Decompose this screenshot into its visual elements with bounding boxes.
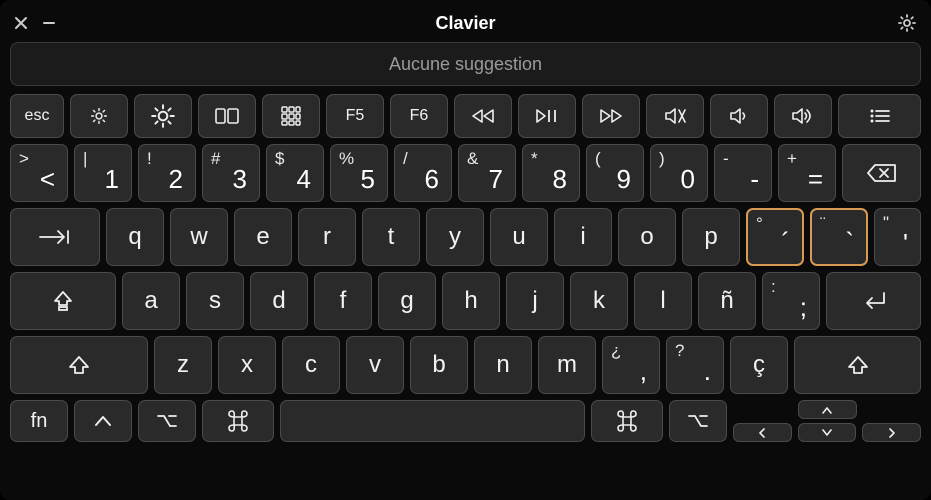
f6-key[interactable]: F6 [390, 94, 448, 138]
g-key[interactable]: g [378, 272, 436, 330]
volume-down-key[interactable] [710, 94, 768, 138]
p-key[interactable]: p [682, 208, 740, 266]
arrow-cluster [733, 400, 921, 442]
h-key[interactable]: h [442, 272, 500, 330]
right-shift-key[interactable] [794, 336, 921, 394]
return-key[interactable] [826, 272, 921, 330]
y-key[interactable]: y [426, 208, 484, 266]
mute-key[interactable] [646, 94, 704, 138]
w-key[interactable]: w [170, 208, 228, 266]
k-key[interactable]: k [570, 272, 628, 330]
control-key[interactable] [74, 400, 132, 442]
quote-key[interactable]: "' [874, 208, 921, 266]
c-key[interactable]: c [282, 336, 340, 394]
left-option-key[interactable] [138, 400, 196, 442]
q-key[interactable]: q [106, 208, 164, 266]
arrow-up-key[interactable] [798, 400, 857, 419]
one-key[interactable]: |1 [74, 144, 132, 202]
qwerty-row: q w e r t y u i o p °´ ¨` "' [10, 208, 921, 266]
a-key[interactable]: a [122, 272, 180, 330]
o-key[interactable]: o [618, 208, 676, 266]
s-key[interactable]: s [186, 272, 244, 330]
zero-key[interactable]: )0 [650, 144, 708, 202]
t-key[interactable]: t [362, 208, 420, 266]
three-key[interactable]: #3 [202, 144, 260, 202]
brightness-down-key[interactable] [70, 94, 128, 138]
number-row: >< |1 !2 #3 $4 %5 /6 &7 *8 (9 )0 -- += [10, 144, 921, 202]
two-key[interactable]: !2 [138, 144, 196, 202]
z-key[interactable]: z [154, 336, 212, 394]
f-key[interactable]: f [314, 272, 372, 330]
caps-lock-key[interactable] [10, 272, 116, 330]
home-row: a s d f g h j k l ñ :; [10, 272, 921, 330]
modifier-row: fn [10, 400, 921, 442]
j-key[interactable]: j [506, 272, 564, 330]
window-title: Clavier [435, 13, 495, 34]
tab-key[interactable] [10, 208, 100, 266]
function-row: esc F5 F6 [10, 94, 921, 138]
suggestion-bar[interactable]: Aucune suggestion [10, 42, 921, 86]
list-key[interactable] [838, 94, 921, 138]
five-key[interactable]: %5 [330, 144, 388, 202]
brightness-up-key[interactable] [134, 94, 192, 138]
rewind-key[interactable] [454, 94, 512, 138]
l-key[interactable]: l [634, 272, 692, 330]
dead-grave-key[interactable]: ¨` [810, 208, 868, 266]
left-shift-key[interactable] [10, 336, 148, 394]
suggestion-text: Aucune suggestion [389, 54, 542, 75]
equals-key[interactable]: += [778, 144, 836, 202]
titlebar: Clavier [10, 6, 921, 40]
r-key[interactable]: r [298, 208, 356, 266]
comma-key[interactable]: ¿, [602, 336, 660, 394]
period-key[interactable]: ?. [666, 336, 724, 394]
x-key[interactable]: x [218, 336, 276, 394]
b-key[interactable]: b [410, 336, 468, 394]
launchpad-key[interactable] [262, 94, 320, 138]
f5-key[interactable]: F5 [326, 94, 384, 138]
fn-key[interactable]: fn [10, 400, 68, 442]
backspace-key[interactable] [842, 144, 921, 202]
play-pause-key[interactable] [518, 94, 576, 138]
i-key[interactable]: i [554, 208, 612, 266]
cedilla-key[interactable]: ç [730, 336, 788, 394]
gear-icon[interactable] [897, 13, 917, 33]
left-command-key[interactable] [202, 400, 274, 442]
n-key[interactable]: n [474, 336, 532, 394]
fast-forward-key[interactable] [582, 94, 640, 138]
arrow-right-key[interactable] [862, 423, 921, 442]
right-option-key[interactable] [669, 400, 727, 442]
esc-key[interactable]: esc [10, 94, 64, 138]
e-key[interactable]: e [234, 208, 292, 266]
dead-acute-key[interactable]: °´ [746, 208, 804, 266]
keyboard-window: Clavier Aucune suggestion esc F5 [0, 0, 931, 500]
u-key[interactable]: u [490, 208, 548, 266]
close-icon[interactable] [14, 16, 28, 30]
keyboard: esc F5 F6 [10, 94, 921, 490]
volume-up-key[interactable] [774, 94, 832, 138]
eight-key[interactable]: *8 [522, 144, 580, 202]
m-key[interactable]: m [538, 336, 596, 394]
six-key[interactable]: /6 [394, 144, 452, 202]
seven-key[interactable]: &7 [458, 144, 516, 202]
semicolon-key[interactable]: :; [762, 272, 820, 330]
mission-control-key[interactable] [198, 94, 256, 138]
arrow-down-key[interactable] [798, 423, 857, 442]
spacebar-key[interactable] [280, 400, 585, 442]
angle-bracket-key[interactable]: >< [10, 144, 68, 202]
nine-key[interactable]: (9 [586, 144, 644, 202]
four-key[interactable]: $4 [266, 144, 324, 202]
arrow-left-key[interactable] [733, 423, 792, 442]
v-key[interactable]: v [346, 336, 404, 394]
d-key[interactable]: d [250, 272, 308, 330]
bottom-letter-row: z x c v b n m ¿, ?. ç [10, 336, 921, 394]
minus-key[interactable]: -- [714, 144, 772, 202]
right-command-key[interactable] [591, 400, 663, 442]
enye-key[interactable]: ñ [698, 272, 756, 330]
minimize-icon[interactable] [42, 16, 56, 30]
